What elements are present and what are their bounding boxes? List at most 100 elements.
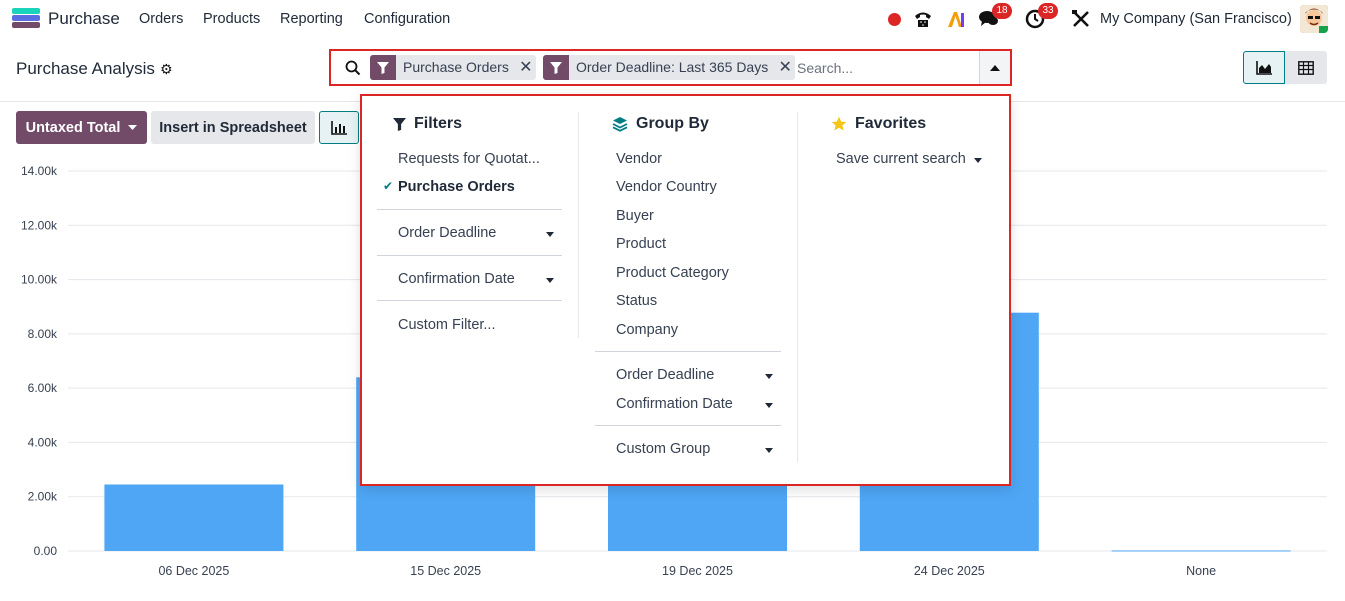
caret-down-icon: [546, 278, 554, 283]
menu-orders[interactable]: Orders: [139, 11, 183, 27]
filter-purchase-orders-label: Purchase Orders: [398, 179, 515, 195]
filter-confirmation-date[interactable]: Confirmation Date: [398, 271, 554, 287]
page-title: Purchase Analysis: [16, 59, 155, 78]
save-current-search[interactable]: Save current search: [836, 151, 982, 167]
filter-requests-for-quotation[interactable]: Requests for Quotat...: [398, 151, 540, 167]
activity-clock-icon[interactable]: 33: [1025, 3, 1065, 32]
groupby-vendor-country[interactable]: Vendor Country: [616, 179, 717, 195]
y-tick-label: 8.00k: [28, 327, 58, 341]
divider: [377, 255, 562, 256]
save-current-search-label: Save current search: [836, 151, 966, 167]
x-tick-label: 15 Dec 2025: [410, 564, 481, 578]
remove-facet-icon[interactable]: ✕: [775, 55, 795, 80]
y-tick-label: 6.00k: [28, 381, 58, 395]
x-tick-label: 24 Dec 2025: [914, 564, 985, 578]
user-avatar[interactable]: [1300, 5, 1328, 33]
favorites-heading: Favorites: [831, 115, 926, 133]
favorites-column: Favorites Save current search: [797, 96, 1009, 484]
y-tick-label: 2.00k: [28, 490, 58, 504]
caret-down-icon: [765, 374, 773, 379]
groupby-order-deadline[interactable]: Order Deadline: [616, 367, 773, 383]
filter-order-deadline-label: Order Deadline: [398, 225, 497, 241]
pivot-view-button[interactable]: [1285, 51, 1327, 84]
custom-group-label: Custom Group: [616, 441, 711, 457]
purchase-app-icon[interactable]: [12, 8, 40, 28]
filters-column: Filters Requests for Quotat... ✔ Purchas…: [362, 96, 578, 484]
caret-up-icon: [990, 64, 1000, 71]
groupby-product[interactable]: Product: [616, 236, 666, 252]
filters-heading: Filters: [393, 115, 462, 133]
groupby-order-deadline-label: Order Deadline: [616, 367, 715, 383]
groupby-status[interactable]: Status: [616, 293, 657, 309]
filter-order-deadline[interactable]: Order Deadline: [398, 225, 554, 241]
groupby-buyer[interactable]: Buyer: [616, 208, 654, 224]
layers-icon: [612, 117, 628, 132]
menu-configuration[interactable]: Configuration: [364, 11, 450, 27]
graph-view-button[interactable]: [1243, 51, 1285, 84]
filter-icon: [543, 55, 569, 80]
caret-down-icon: [765, 403, 773, 408]
group-by-heading-text: Group By: [636, 115, 709, 132]
phone-icon[interactable]: [913, 6, 933, 32]
x-tick-label: 19 Dec 2025: [662, 564, 733, 578]
ai-icon[interactable]: [946, 6, 966, 32]
favorites-heading-text: Favorites: [855, 115, 927, 132]
gear-icon[interactable]: ⚙: [160, 61, 173, 78]
bar[interactable]: [104, 484, 284, 552]
search-icon[interactable]: [345, 60, 361, 76]
x-tick-label: 06 Dec 2025: [158, 564, 229, 578]
y-tick-label: 10.00k: [21, 273, 58, 287]
groupby-confirmation-date[interactable]: Confirmation Date: [616, 396, 773, 412]
star-icon: [831, 116, 847, 131]
filter-purchase-orders[interactable]: ✔ Purchase Orders: [383, 179, 515, 195]
y-tick-label: 12.00k: [21, 218, 58, 232]
debug-tools-icon[interactable]: [1071, 6, 1091, 32]
checkmark-icon: ✔: [383, 179, 394, 193]
bar-chart-button[interactable]: [319, 111, 359, 144]
y-tick-label: 4.00k: [28, 435, 58, 449]
recording-dot-icon[interactable]: [888, 6, 902, 32]
table-icon: [1298, 60, 1314, 75]
divider: [377, 300, 562, 301]
y-tick-label: 14.00k: [21, 164, 58, 178]
chat-icon[interactable]: 18: [978, 3, 1018, 32]
caret-down-icon: [546, 232, 554, 237]
remove-facet-icon[interactable]: ✕: [516, 55, 536, 80]
facet-order-deadline: Order Deadline: Last 365 Days ✕: [543, 55, 796, 80]
filter-icon: [393, 117, 406, 131]
groupby-confirmation-date-label: Confirmation Date: [616, 396, 733, 412]
activity-badge: 33: [1038, 3, 1058, 19]
area-chart-icon: [1256, 60, 1272, 75]
insert-spreadsheet-button[interactable]: Insert in Spreadsheet: [151, 111, 315, 144]
app-name[interactable]: Purchase: [48, 9, 120, 29]
filter-confirmation-date-label: Confirmation Date: [398, 271, 515, 287]
search-panel-dropdown: Filters Requests for Quotat... ✔ Purchas…: [360, 94, 1011, 486]
facet-purchase-orders: Purchase Orders ✕: [370, 55, 536, 80]
groupby-vendor[interactable]: Vendor: [616, 151, 662, 167]
x-tick-label: None: [1186, 564, 1216, 578]
company-switcher[interactable]: My Company (San Francisco): [1100, 11, 1292, 27]
group-by-heading: Group By: [612, 115, 709, 133]
bar-chart-icon: [331, 120, 347, 135]
menu-reporting[interactable]: Reporting: [280, 11, 343, 27]
filter-icon: [370, 55, 396, 80]
search-bar: Purchase Orders ✕ Order Deadline: Last 3…: [329, 49, 1012, 86]
divider: [595, 351, 781, 352]
toggle-search-panel-button[interactable]: [979, 51, 1010, 84]
facet-label: Order Deadline: Last 365 Days: [576, 59, 769, 75]
caret-down-icon: [128, 125, 138, 130]
groupby-product-category[interactable]: Product Category: [616, 265, 729, 281]
measure-label: Untaxed Total: [25, 119, 121, 136]
divider: [595, 425, 781, 426]
y-tick-label: 0.00: [34, 544, 58, 558]
custom-group-select[interactable]: Custom Group: [616, 441, 773, 457]
bar[interactable]: [1111, 550, 1291, 552]
custom-filter-link[interactable]: Custom Filter...: [398, 317, 496, 333]
caret-down-icon: [765, 448, 773, 453]
measure-button[interactable]: Untaxed Total: [16, 111, 147, 144]
divider: [377, 209, 562, 210]
groupby-company[interactable]: Company: [616, 322, 678, 338]
menu-products[interactable]: Products: [203, 11, 260, 27]
search-input[interactable]: [797, 58, 977, 78]
chat-badge: 18: [992, 3, 1012, 19]
